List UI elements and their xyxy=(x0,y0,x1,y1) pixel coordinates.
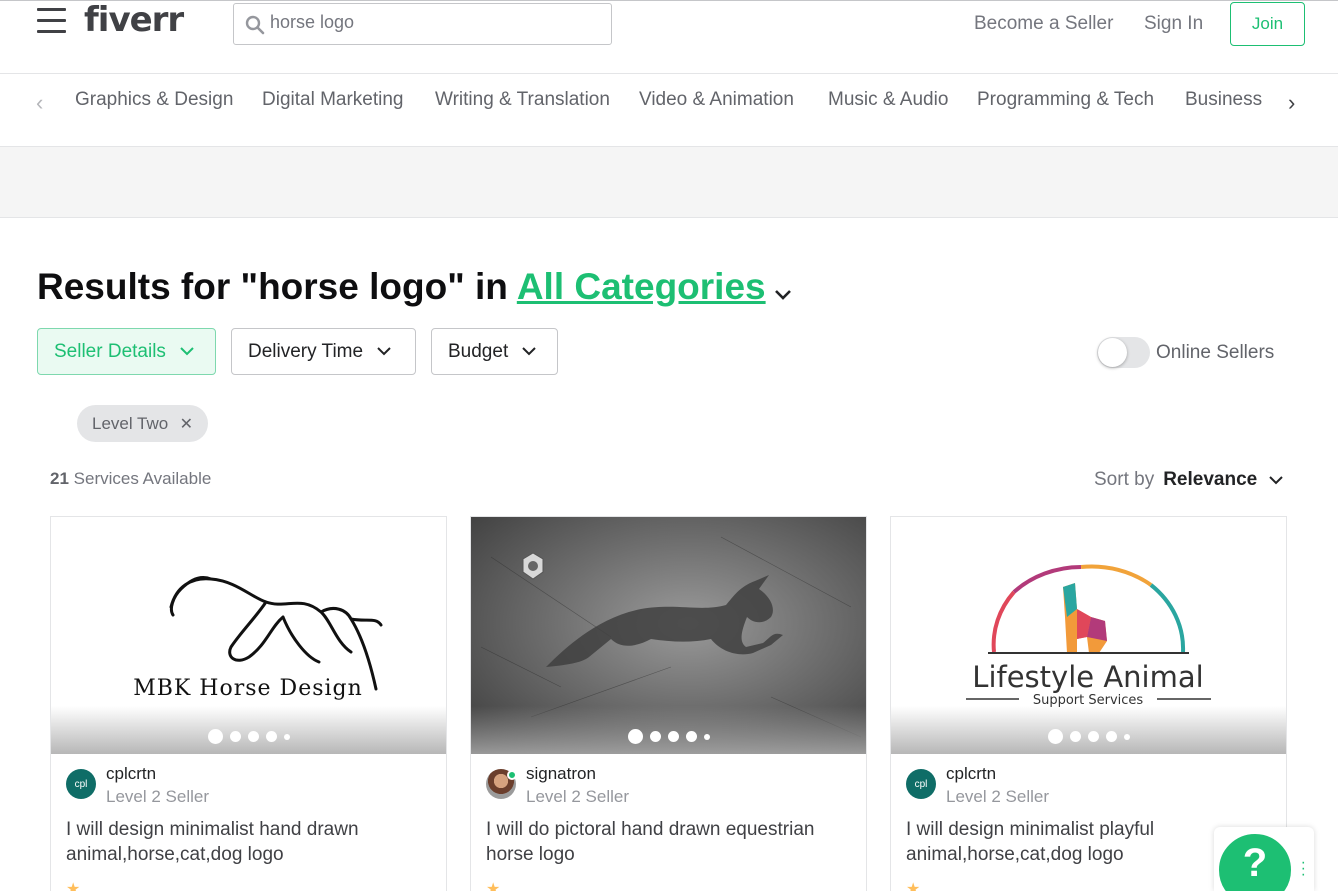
results-heading: Results for "horse logo" in All Categori… xyxy=(37,266,792,310)
gig-card: MBK Horse Design cpl cplcrtn Level 2 Sel… xyxy=(50,516,447,891)
gig-title[interactable]: I will do pictoral hand drawn equestrian… xyxy=(486,817,856,867)
avatar[interactable]: cpl xyxy=(906,769,936,799)
chevron-down-icon xyxy=(377,347,391,356)
svg-text:Lifestyle Animal: Lifestyle Animal xyxy=(972,660,1203,694)
budget-filter[interactable]: Budget xyxy=(431,328,558,375)
close-icon[interactable]: ✕ xyxy=(180,414,193,434)
carousel-dot[interactable] xyxy=(1047,729,1063,744)
carousel-dots xyxy=(51,729,446,744)
category-programming-tech[interactable]: Programming & Tech xyxy=(977,89,1154,111)
search-icon xyxy=(245,15,265,35)
toggle-knob xyxy=(1098,338,1127,367)
sort-control: Sort by Relevance xyxy=(1094,469,1283,491)
chip-label: Level Two xyxy=(92,413,169,433)
active-filter-chip: Level Two ✕ xyxy=(77,405,208,442)
chevron-down-icon xyxy=(180,347,194,356)
star-icon: ★ xyxy=(486,881,501,891)
top-header: fiverr Become a Seller Sign In Join xyxy=(0,0,1338,74)
category-video-animation[interactable]: Video & Animation xyxy=(639,89,794,111)
chevron-left-icon[interactable]: ‹ xyxy=(36,90,43,116)
chevron-down-icon[interactable] xyxy=(774,268,792,310)
chevron-down-icon[interactable] xyxy=(1269,475,1283,485)
search-input[interactable] xyxy=(270,12,590,33)
carousel-dot[interactable] xyxy=(627,729,643,744)
category-writing-translation[interactable]: Writing & Translation xyxy=(435,89,610,111)
join-button[interactable]: Join xyxy=(1230,2,1305,46)
online-sellers-toggle[interactable] xyxy=(1097,337,1150,368)
help-widget: ? · · · xyxy=(1214,827,1314,891)
seller-name[interactable]: cplcrtn xyxy=(106,764,156,784)
services-count: 21 Services Available xyxy=(50,469,211,489)
carousel-dot[interactable] xyxy=(649,731,661,742)
search-box[interactable] xyxy=(233,3,612,45)
carousel-dot[interactable] xyxy=(703,733,710,740)
carousel-dot[interactable] xyxy=(283,733,290,740)
hamburger-menu-icon[interactable] xyxy=(37,8,66,33)
gig-card: signatron Level 2 Seller I will do picto… xyxy=(470,516,867,891)
carousel-dots xyxy=(891,729,1286,744)
become-seller-link[interactable]: Become a Seller xyxy=(974,13,1113,35)
gig-image[interactable]: Lifestyle Animal Support Services xyxy=(891,517,1286,754)
seller-level: Level 2 Seller xyxy=(106,787,210,806)
more-vertical-icon[interactable]: · · · xyxy=(1301,855,1306,883)
carousel-dots xyxy=(471,729,866,744)
services-count-label: Services Available xyxy=(68,469,212,488)
chevron-down-icon xyxy=(522,347,536,356)
seller-level: Level 2 Seller xyxy=(946,787,1050,806)
seller-details-filter[interactable]: Seller Details xyxy=(37,328,216,375)
gig-image[interactable] xyxy=(471,517,866,754)
avatar[interactable]: cpl xyxy=(66,769,96,799)
fiverr-logo[interactable]: fiverr xyxy=(84,1,184,39)
seller-details-label: Seller Details xyxy=(54,340,166,362)
gig-title[interactable]: I will design minimalist hand drawn anim… xyxy=(66,817,436,867)
svg-text:MBK Horse Design: MBK Horse Design xyxy=(133,676,363,701)
all-categories-link[interactable]: All Categories xyxy=(517,266,766,307)
carousel-dot[interactable] xyxy=(1069,731,1081,742)
carousel-dot[interactable] xyxy=(1105,731,1117,742)
online-status-dot xyxy=(507,770,517,780)
results-prefix: Results for "horse logo" in xyxy=(37,266,517,307)
carousel-dot[interactable] xyxy=(1123,733,1130,740)
budget-label: Budget xyxy=(448,340,509,362)
help-button[interactable]: ? xyxy=(1216,831,1294,891)
carousel-dot[interactable] xyxy=(247,731,259,742)
delivery-time-label: Delivery Time xyxy=(248,340,364,362)
sign-in-link[interactable]: Sign In xyxy=(1144,13,1203,35)
banner-placeholder xyxy=(0,147,1338,218)
seller-level: Level 2 Seller xyxy=(526,787,630,806)
category-business[interactable]: Business xyxy=(1185,89,1262,111)
chevron-right-icon[interactable]: › xyxy=(1288,90,1295,116)
star-icon: ★ xyxy=(66,881,81,891)
category-nav: ‹ Graphics & Design Digital Marketing Wr… xyxy=(0,74,1338,147)
carousel-dot[interactable] xyxy=(1087,731,1099,742)
carousel-dot[interactable] xyxy=(685,731,697,742)
star-icon: ★ xyxy=(906,881,921,891)
seller-name[interactable]: signatron xyxy=(526,764,596,784)
carousel-dot[interactable] xyxy=(229,731,241,742)
delivery-time-filter[interactable]: Delivery Time xyxy=(231,328,416,375)
category-graphics-design[interactable]: Graphics & Design xyxy=(75,89,233,111)
sort-label: Sort by xyxy=(1094,469,1155,490)
online-sellers-label: Online Sellers xyxy=(1156,342,1275,363)
carousel-dot[interactable] xyxy=(207,729,223,744)
seller-name[interactable]: cplcrtn xyxy=(946,764,996,784)
category-music-audio[interactable]: Music & Audio xyxy=(828,89,948,111)
gig-image[interactable]: MBK Horse Design xyxy=(51,517,446,754)
carousel-dot[interactable] xyxy=(265,731,277,742)
category-digital-marketing[interactable]: Digital Marketing xyxy=(262,89,404,111)
carousel-dot[interactable] xyxy=(667,731,679,742)
services-count-number: 21 xyxy=(50,469,69,488)
sort-value[interactable]: Relevance xyxy=(1163,469,1257,491)
